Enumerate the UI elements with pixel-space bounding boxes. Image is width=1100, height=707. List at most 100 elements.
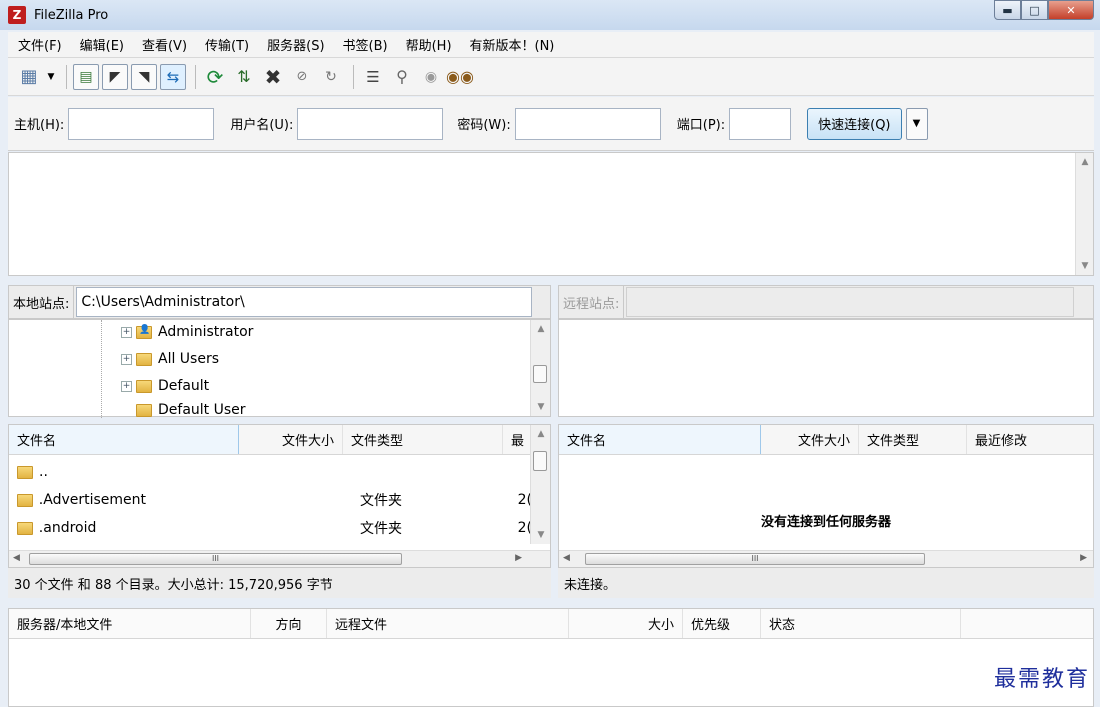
remote-list-hscrollbar[interactable]: ◀ III ▶ (559, 550, 1093, 567)
column-server-local-file[interactable]: 服务器/本地文件 (9, 609, 251, 638)
tree-item-label: All Users (158, 351, 220, 367)
file-row[interactable]: .Advertisement 文件夹 2( (17, 487, 532, 513)
username-input[interactable] (297, 107, 444, 140)
file-row-parent[interactable]: .. (17, 459, 48, 485)
menu-bookmarks[interactable]: 书签(B) (343, 35, 388, 54)
toggle-message-log-icon[interactable]: ▤ (73, 63, 99, 90)
not-connected-message: 没有连接到任何服务器 (760, 515, 891, 530)
tree-item[interactable]: + Administrator (121, 324, 253, 340)
cancel-operation-icon[interactable]: ✖ (260, 64, 286, 90)
remote-file-list[interactable]: 文件名 文件大小 文件类型 最近修改 没有连接到任何服务器 ◀ III ▶ (558, 424, 1094, 568)
menu-server[interactable]: 服务器(S) (267, 35, 324, 54)
scroll-thumb[interactable] (533, 365, 547, 383)
directory-listing-filters-icon[interactable]: ☰ (360, 64, 386, 90)
scroll-up-icon[interactable]: ▲ (531, 324, 551, 334)
message-log-scrollbar[interactable]: ▲ ▼ (1075, 153, 1093, 275)
column-status[interactable]: 状态 (761, 609, 961, 638)
column-direction[interactable]: 方向 (251, 609, 327, 638)
password-input[interactable] (514, 107, 661, 140)
process-queue-icon[interactable]: ⇅ (231, 64, 257, 90)
scroll-down-icon[interactable]: ▼ (531, 402, 551, 412)
scroll-down-icon[interactable]: ▼ (531, 530, 551, 540)
refresh-icon[interactable]: ⟳ (202, 64, 228, 90)
message-log[interactable]: ▲ ▼ (8, 152, 1094, 276)
expand-icon[interactable]: + (121, 353, 132, 365)
tree-item[interactable]: + All Users (121, 351, 219, 367)
scroll-up-icon[interactable]: ▲ (1076, 157, 1094, 167)
local-list-hscrollbar[interactable]: ◀ III ▶ (9, 550, 550, 567)
disconnect-icon[interactable]: ⊘ (289, 64, 315, 90)
local-file-list[interactable]: 文件名 文件大小 文件类型 最 .. .Advertisement 文件夹 2(… (8, 424, 551, 568)
menu-new-version[interactable]: 有新版本！(N) (470, 35, 555, 54)
quickconnect-button[interactable]: 快速连接(Q) (807, 107, 902, 140)
site-manager-dropdown-icon[interactable]: ▼ (45, 64, 57, 90)
scroll-right-icon[interactable]: ▶ (1080, 553, 1087, 563)
transfer-queue[interactable]: 服务器/本地文件 方向 远程文件 大小 优先级 状态 (8, 608, 1094, 707)
file-name: .android (38, 520, 97, 536)
column-size[interactable]: 大小 (569, 609, 683, 638)
menu-help[interactable]: 帮助(H) (406, 35, 452, 54)
file-type: 文件夹 (359, 493, 402, 509)
column-priority[interactable]: 优先级 (683, 609, 761, 638)
local-list-vscrollbar[interactable]: ▲ ▼ (530, 425, 550, 544)
menu-file[interactable]: 文件(F) (18, 35, 62, 54)
tree-item[interactable]: Default User (136, 403, 246, 417)
reconnect-icon[interactable]: ↻ (318, 64, 344, 90)
toggle-transfer-queue-icon[interactable]: ⇆ (160, 63, 186, 90)
column-filetype[interactable]: 文件类型 (859, 425, 967, 454)
remote-path-input[interactable] (626, 287, 1075, 317)
scroll-thumb[interactable]: III (29, 553, 402, 565)
expand-icon[interactable]: + (121, 326, 132, 338)
scroll-left-icon[interactable]: ◀ (563, 553, 570, 563)
scroll-thumb[interactable]: III (585, 553, 925, 565)
file-row[interactable]: .android 文件夹 2( (17, 515, 532, 541)
folder-icon (17, 465, 33, 479)
menu-view[interactable]: 查看(V) (142, 35, 187, 54)
column-filesize[interactable]: 文件大小 (239, 425, 343, 454)
menu-edit[interactable]: 编辑(E) (80, 35, 124, 54)
remote-site-bar: 远程站点: (558, 285, 1094, 319)
local-directory-tree[interactable]: + Administrator + All Users + Default De… (8, 319, 551, 418)
folder-icon (136, 403, 152, 417)
remote-list-header: 文件名 文件大小 文件类型 最近修改 (559, 425, 1093, 455)
scroll-left-icon[interactable]: ◀ (13, 553, 20, 563)
column-last-modified[interactable]: 最近修改 (967, 425, 1091, 454)
search-remote-files-icon[interactable]: ◉◉ (446, 64, 474, 90)
toolbar: ▦ ▼ ▤ ◤ ◥ ⇆ ⟳ ⇅ ✖ ⊘ ↻ ☰ ⚲ ◉ ◉◉ (8, 58, 1094, 96)
remote-status-line: 未连接。 (558, 568, 1094, 598)
quickconnect-history-dropdown[interactable]: ▼ (905, 107, 928, 140)
menu-transfer[interactable]: 传输(T) (205, 35, 249, 54)
tree-item-label: Administrator (158, 324, 254, 340)
local-status-text: 30 个文件 和 88 个目录。大小总计: 15,720,956 字节 (14, 577, 333, 593)
close-button[interactable]: ✕ (1048, 0, 1094, 20)
tree-item-label: Default User (158, 403, 246, 417)
host-input[interactable] (68, 107, 215, 140)
toggle-local-tree-icon[interactable]: ◤ (102, 63, 128, 90)
local-path-input[interactable]: C:\Users\Administrator\ (76, 287, 533, 317)
maximize-button[interactable]: □ (1021, 0, 1048, 20)
scroll-down-icon[interactable]: ▼ (1076, 261, 1094, 271)
toggle-remote-tree-icon[interactable]: ◥ (131, 63, 157, 90)
local-tree-scrollbar[interactable]: ▲ ▼ (530, 320, 550, 416)
remote-directory-tree[interactable] (558, 319, 1094, 417)
column-filetype[interactable]: 文件类型 (343, 425, 503, 454)
scroll-thumb[interactable] (533, 451, 547, 471)
column-filesize[interactable]: 文件大小 (761, 425, 859, 454)
synchronized-browsing-icon[interactable]: ◉ (418, 64, 444, 90)
column-last-modified[interactable]: 最 (503, 425, 532, 454)
port-input[interactable] (729, 107, 792, 140)
local-site-bar: 本地站点: C:\Users\Administrator\ (8, 285, 551, 319)
tree-item[interactable]: + Default (121, 378, 209, 394)
expand-icon[interactable]: + (121, 380, 132, 392)
folder-icon (136, 352, 152, 366)
directory-comparison-icon[interactable]: ⚲ (389, 64, 415, 90)
minimize-button[interactable]: ▬ (994, 0, 1021, 20)
scroll-right-icon[interactable]: ▶ (515, 553, 522, 563)
chevron-down-icon: ▼ (912, 118, 921, 129)
column-filename[interactable]: 文件名 (559, 425, 761, 454)
toolbar-divider (195, 64, 196, 89)
scroll-up-icon[interactable]: ▲ (531, 429, 551, 439)
column-filename[interactable]: 文件名 (9, 425, 239, 454)
column-remote-file[interactable]: 远程文件 (327, 609, 569, 638)
site-manager-icon[interactable]: ▦ (16, 64, 42, 90)
